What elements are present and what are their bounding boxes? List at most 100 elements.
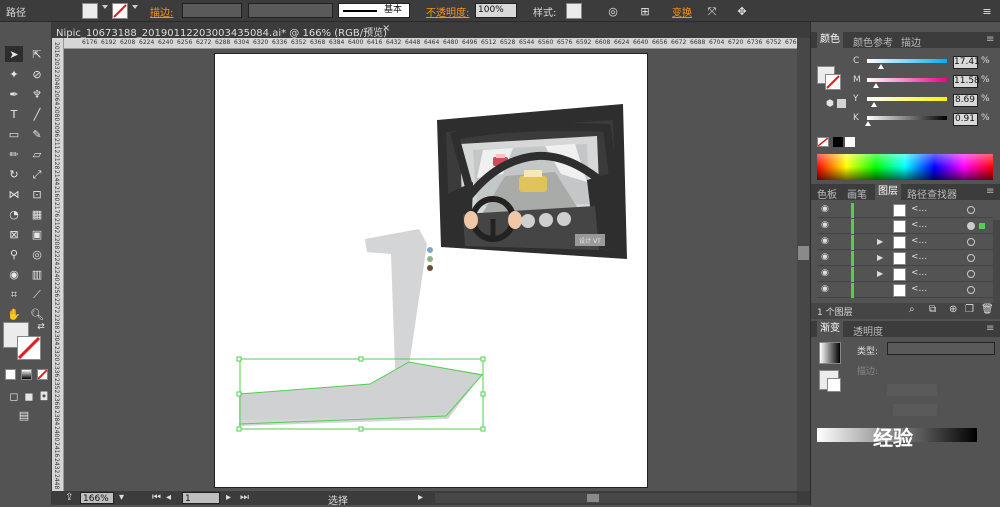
new-layer-icon[interactable]: ❐: [965, 304, 974, 315]
channel-slider[interactable]: [867, 78, 947, 82]
stroke-swatch[interactable]: [112, 3, 128, 19]
none-color-chip[interactable]: [817, 137, 829, 147]
zoom-dropdown-icon[interactable]: ▾: [119, 492, 124, 503]
tab-gradient[interactable]: 渐变: [817, 321, 843, 337]
shape-builder-icon[interactable]: ◔: [5, 206, 23, 222]
target-circle-icon[interactable]: [967, 286, 975, 294]
artboard-tool-icon[interactable]: ⌗: [5, 286, 23, 302]
isolate-icon[interactable]: ⤧: [703, 3, 721, 19]
stroke-dropdown-icon[interactable]: [132, 5, 138, 9]
gradient-mode-icon[interactable]: [21, 369, 32, 380]
visibility-eye-icon[interactable]: ◉: [821, 220, 829, 230]
tab-swatches[interactable]: 色板: [817, 186, 837, 201]
vertical-scrollbar[interactable]: [797, 38, 810, 491]
graphic-style-swatch[interactable]: [566, 3, 582, 19]
symbol-sprayer-icon[interactable]: ◉: [5, 266, 23, 282]
align-icon[interactable]: ⊞: [636, 3, 654, 19]
type-tool-icon[interactable]: T: [5, 106, 23, 122]
column-graph-icon[interactable]: ▥: [28, 266, 46, 282]
gradient-stroke-box[interactable]: [827, 378, 841, 392]
screen-mode-icon[interactable]: ▤: [15, 407, 33, 423]
color-panel-menu-icon[interactable]: ≡: [986, 34, 994, 45]
channel-slider-knob[interactable]: [864, 121, 871, 126]
tab-stroke[interactable]: 描边: [901, 34, 921, 49]
slice-tool-icon[interactable]: ⟋: [28, 286, 46, 302]
hand-tool-icon[interactable]: ✋: [5, 306, 23, 322]
selected-art-indicator[interactable]: [979, 223, 985, 229]
tab-color[interactable]: 颜色: [817, 32, 843, 48]
none-mode-icon[interactable]: [37, 369, 48, 380]
target-circle-icon[interactable]: [967, 238, 975, 246]
vertical-ruler[interactable]: 2016 2032 2048 2064 2080 2096 2112 2128 2144 2160…: [52, 38, 64, 491]
gamut-swatch[interactable]: [837, 99, 846, 108]
line-tool-icon[interactable]: ╱: [28, 106, 46, 122]
export-icon[interactable]: ⇪: [65, 492, 73, 503]
variable-width-select[interactable]: [248, 3, 333, 18]
horizontal-ruler[interactable]: 6176 6192 6208 6224 6240 6256 6272 6288 6304 6320…: [64, 38, 797, 49]
visibility-eye-icon[interactable]: ◉: [821, 204, 829, 214]
tab-pathfinder[interactable]: 路径查找器: [907, 186, 957, 201]
channel-value-input[interactable]: 0.91: [953, 113, 978, 126]
blend-tool-icon[interactable]: ◎: [28, 246, 46, 262]
arrange-icon[interactable]: ✥: [733, 3, 751, 19]
target-circle-icon[interactable]: [967, 270, 975, 278]
perspective-grid-icon[interactable]: ▦: [28, 206, 46, 222]
rectangle-tool-icon[interactable]: ▭: [5, 126, 23, 142]
locate-object-icon[interactable]: ⌕: [909, 304, 915, 315]
color-spectrum[interactable]: [817, 154, 993, 180]
stroke-weight-label[interactable]: 描边:: [150, 4, 173, 19]
black-color-chip[interactable]: [833, 137, 843, 147]
delete-layer-icon[interactable]: 🗑︎: [981, 304, 994, 315]
draw-inside-icon[interactable]: ◘: [35, 388, 53, 404]
rotate-tool-icon[interactable]: ↻: [5, 166, 23, 182]
layer-row[interactable]: ◉ <...: [817, 203, 993, 218]
layers-scrollbar[interactable]: [993, 220, 1000, 304]
magic-wand-icon[interactable]: ✦: [5, 66, 23, 82]
first-artboard-icon[interactable]: ⏮: [152, 492, 161, 503]
pen-tool-icon[interactable]: ✒: [5, 86, 23, 102]
expand-arrow-icon[interactable]: ▶: [877, 237, 883, 246]
channel-slider[interactable]: [867, 97, 947, 101]
stroke-color-box[interactable]: [17, 336, 41, 360]
canvas[interactable]: 设计 VT: [64, 49, 797, 491]
color-mode-icon[interactable]: [5, 369, 16, 380]
visibility-eye-icon[interactable]: ◉: [821, 252, 829, 262]
visibility-eye-icon[interactable]: ◉: [821, 284, 829, 294]
selection-tool-icon[interactable]: ➤: [5, 46, 23, 62]
fill-swatch[interactable]: [82, 3, 98, 19]
panel-menu-icon[interactable]: ≡: [978, 3, 996, 19]
expand-arrow-icon[interactable]: ▶: [877, 253, 883, 262]
document-tab[interactable]: Nipic_10673188_20190112203003435084.ai* …: [52, 22, 810, 39]
transform-label[interactable]: 变换: [672, 4, 692, 19]
vertical-scroll-thumb[interactable]: [798, 246, 809, 260]
channel-slider[interactable]: [867, 59, 947, 63]
layer-row[interactable]: ◉ ▶ <...: [817, 267, 993, 282]
lasso-icon[interactable]: ⊘: [28, 66, 46, 82]
horizontal-scrollbar[interactable]: [435, 493, 797, 503]
target-circle-icon[interactable]: [967, 206, 975, 214]
visibility-eye-icon[interactable]: ◉: [821, 236, 829, 246]
channel-slider-knob[interactable]: [870, 102, 877, 107]
white-color-chip[interactable]: [845, 137, 855, 147]
channel-slider[interactable]: [867, 116, 947, 120]
free-transform-icon[interactable]: ⊡: [28, 186, 46, 202]
gradient-angle-field[interactable]: [887, 384, 937, 396]
gradient-type-select[interactable]: [887, 342, 995, 355]
tab-transparency[interactable]: 透明度: [853, 323, 883, 338]
layer-row[interactable]: ◉ ▶ <...: [817, 251, 993, 266]
tab-layers[interactable]: 图层: [875, 184, 901, 200]
target-circle-icon[interactable]: [967, 254, 975, 262]
next-artboard-icon[interactable]: ▸: [226, 492, 231, 503]
expand-arrow-icon[interactable]: ▶: [877, 269, 883, 278]
last-artboard-icon[interactable]: ⏭: [240, 492, 249, 503]
paintbrush-icon[interactable]: ✎: [28, 126, 46, 142]
scale-tool-icon[interactable]: ⤢: [28, 166, 46, 182]
artboard[interactable]: 设计 VT: [214, 53, 648, 488]
status-menu-icon[interactable]: ▸: [418, 492, 423, 503]
horizontal-scroll-thumb[interactable]: [587, 494, 599, 502]
layer-row[interactable]: ◉ ▶ <...: [817, 235, 993, 250]
target-circle-icon[interactable]: [967, 222, 975, 230]
channel-value-input[interactable]: 17.41: [953, 56, 980, 69]
tab-brushes[interactable]: 画笔: [847, 186, 867, 201]
eyedropper-icon[interactable]: ⚲: [5, 246, 23, 262]
